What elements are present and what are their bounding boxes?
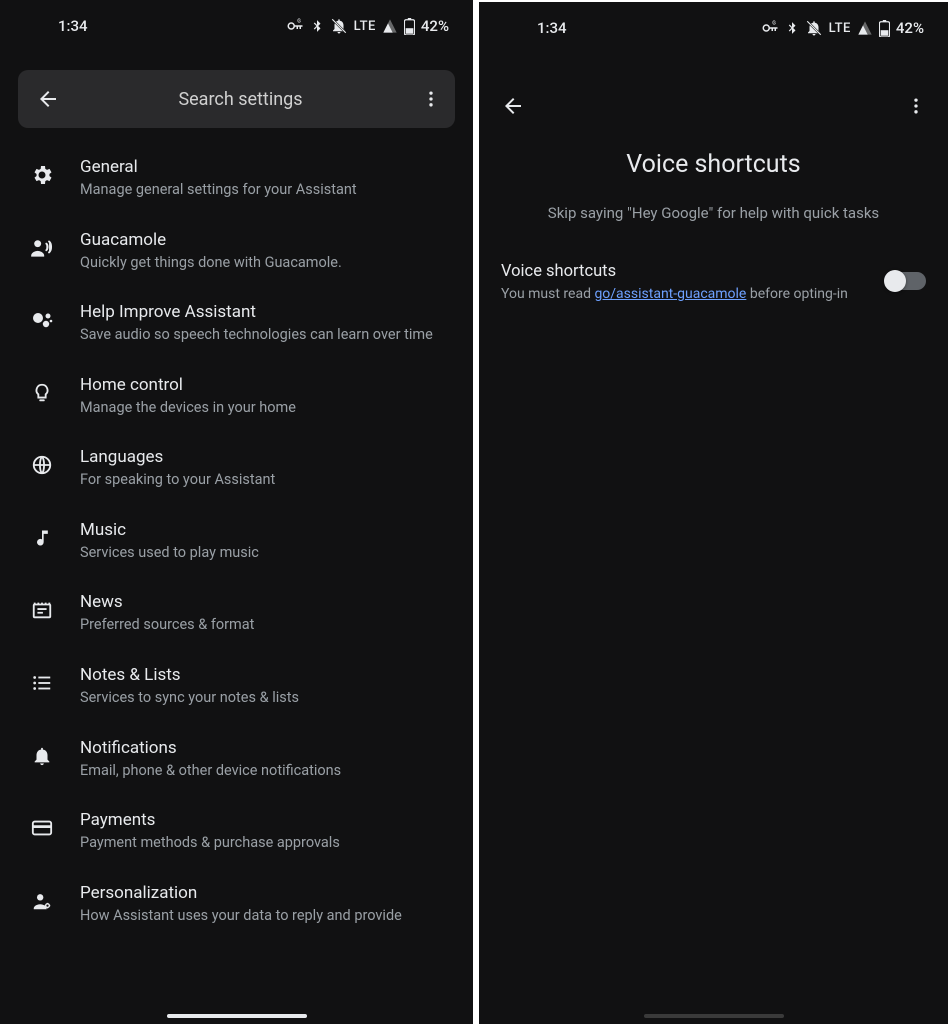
item-sub: Services to sync your notes & lists xyxy=(80,688,453,708)
item-sub: Manage general settings for your Assista… xyxy=(80,180,453,200)
battery-percent: 42% xyxy=(896,19,924,37)
settings-item-personalization[interactable]: Personalization How Assistant uses your d… xyxy=(0,868,473,941)
setting-description: You must read go/assistant-guacamole bef… xyxy=(501,285,872,305)
voice-shortcuts-screen: 1:34 G LTE 42% Voice shortcuts Skip sayi… xyxy=(477,0,950,1024)
toggle-knob xyxy=(884,270,906,292)
settings-item-home-control[interactable]: Home control Manage the devices in your h… xyxy=(0,360,473,433)
item-title: Personalization xyxy=(80,883,453,903)
news-icon xyxy=(28,596,56,624)
item-sub: How Assistant uses your data to reply an… xyxy=(80,906,453,926)
assistant-icon xyxy=(28,306,56,334)
more-icon[interactable] xyxy=(417,89,445,109)
globe-icon xyxy=(28,451,56,479)
nav-pill[interactable] xyxy=(644,1014,784,1018)
item-title: Languages xyxy=(80,447,453,467)
more-icon[interactable] xyxy=(906,96,926,116)
item-sub: For speaking to your Assistant xyxy=(80,470,453,490)
network-label: LTE xyxy=(829,21,851,36)
music-icon xyxy=(28,524,56,552)
signal-icon xyxy=(857,20,873,36)
page-header: Voice shortcuts Skip saying "Hey Google"… xyxy=(479,136,948,244)
item-sub: Save audio so speech technologies can le… xyxy=(80,325,453,345)
settings-item-music[interactable]: Music Services used to play music xyxy=(0,505,473,578)
item-title: Payments xyxy=(80,810,453,830)
settings-item-notes[interactable]: Notes & Lists Services to sync your notes… xyxy=(0,650,473,723)
nav-pill[interactable] xyxy=(167,1014,307,1018)
item-sub: Services used to play music xyxy=(80,543,453,563)
bluetooth-icon xyxy=(785,21,799,35)
guacamole-link[interactable]: go/assistant-guacamole xyxy=(594,286,746,302)
settings-item-languages[interactable]: Languages For speaking to your Assistant xyxy=(0,432,473,505)
dnd-icon xyxy=(330,17,348,35)
voice-icon xyxy=(28,234,56,262)
settings-item-notifications[interactable]: Notifications Email, phone & other device… xyxy=(0,723,473,796)
dnd-icon xyxy=(805,19,823,37)
bluetooth-icon xyxy=(310,19,324,33)
settings-item-news[interactable]: News Preferred sources & format xyxy=(0,577,473,650)
item-title: Notifications xyxy=(80,738,453,758)
gear-icon xyxy=(28,161,56,189)
back-icon[interactable] xyxy=(501,94,525,118)
battery-icon xyxy=(404,18,415,35)
battery-percent: 42% xyxy=(421,17,449,35)
settings-screen: 1:34 G LTE 42% Search settings General Ma… xyxy=(0,0,473,1024)
settings-item-general[interactable]: General Manage general settings for your … xyxy=(0,142,473,215)
item-title: Home control xyxy=(80,375,453,395)
svg-text:G: G xyxy=(297,18,301,24)
status-icons: G LTE 42% xyxy=(286,17,449,35)
bulb-icon xyxy=(28,379,56,407)
search-bar[interactable]: Search settings xyxy=(18,70,455,128)
clock: 1:34 xyxy=(58,17,88,35)
back-icon[interactable] xyxy=(36,87,64,111)
signal-icon xyxy=(382,18,398,34)
item-sub: Payment methods & purchase approvals xyxy=(80,833,453,853)
status-bar: 1:34 G LTE 42% xyxy=(0,0,473,52)
status-bar: 1:34 G LTE 42% xyxy=(479,2,948,54)
item-title: Help Improve Assistant xyxy=(80,302,453,322)
person-icon xyxy=(28,887,56,915)
bell-icon xyxy=(28,742,56,770)
item-title: Music xyxy=(80,520,453,540)
vpn-key-icon: G xyxy=(286,17,304,35)
settings-item-payments[interactable]: Payments Payment methods & purchase appro… xyxy=(0,795,473,868)
item-sub: Quickly get things done with Guacamole. xyxy=(80,253,453,273)
setting-title: Voice shortcuts xyxy=(501,262,872,281)
settings-item-guacamole[interactable]: Guacamole Quickly get things done with Gu… xyxy=(0,215,473,288)
top-bar xyxy=(479,76,948,136)
item-title: Guacamole xyxy=(80,230,453,250)
page-title: Voice shortcuts xyxy=(509,150,918,179)
settings-item-help-improve[interactable]: Help Improve Assistant Save audio so spee… xyxy=(0,287,473,360)
card-icon xyxy=(28,814,56,842)
voice-shortcuts-toggle[interactable] xyxy=(886,272,926,290)
vpn-key-icon: G xyxy=(761,19,779,37)
item-title: Notes & Lists xyxy=(80,665,453,685)
item-sub: Manage the devices in your home xyxy=(80,398,453,418)
item-sub: Email, phone & other device notification… xyxy=(80,761,453,781)
status-icons: G LTE 42% xyxy=(761,19,924,37)
battery-icon xyxy=(879,20,890,37)
page-subtitle: Skip saying "Hey Google" for help with q… xyxy=(509,203,918,224)
item-sub: Preferred sources & format xyxy=(80,615,453,635)
network-label: LTE xyxy=(354,19,376,34)
search-placeholder: Search settings xyxy=(64,89,417,110)
settings-list: General Manage general settings for your … xyxy=(0,136,473,1024)
item-title: General xyxy=(80,157,453,177)
item-title: News xyxy=(80,592,453,612)
voice-shortcuts-toggle-row[interactable]: Voice shortcuts You must read go/assista… xyxy=(479,244,948,323)
clock: 1:34 xyxy=(537,19,567,37)
list-icon xyxy=(28,669,56,697)
svg-text:G: G xyxy=(772,20,776,26)
